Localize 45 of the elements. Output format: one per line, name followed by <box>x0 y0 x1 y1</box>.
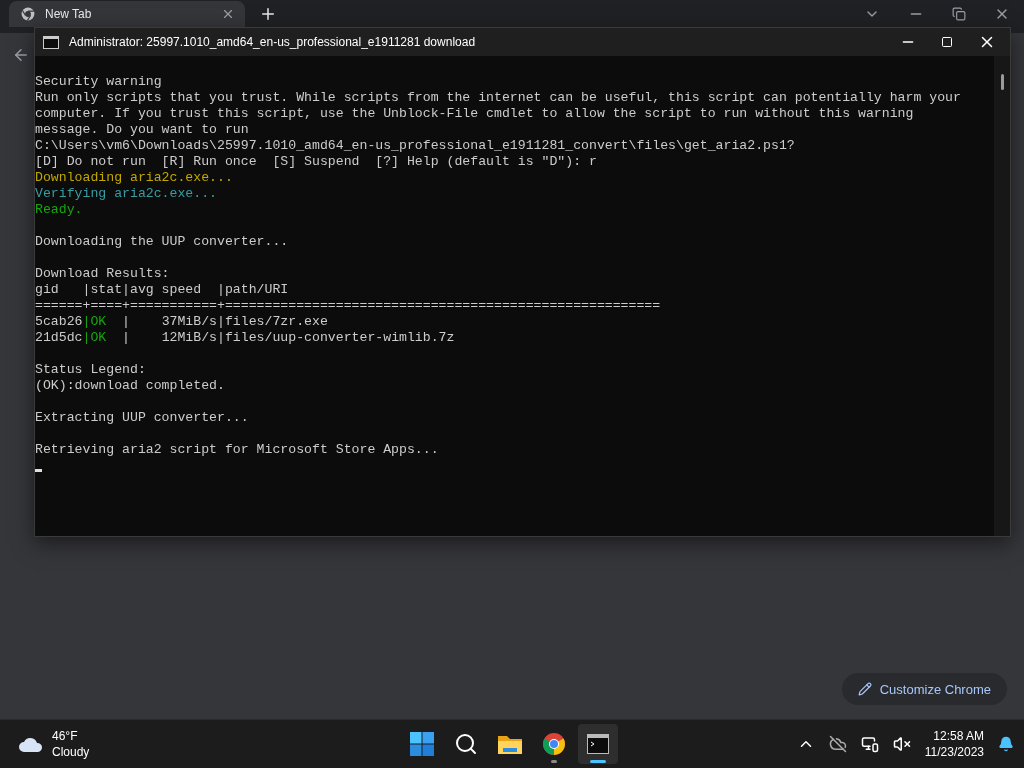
taskbar-app[interactable] <box>578 724 618 764</box>
console-line: Extracting UUP converter... <box>35 410 250 426</box>
browser-tab[interactable]: New Tab <box>9 1 245 27</box>
window-title: Administrator: 25997.1010_amd64_en-us_professional_e1911281 download <box>69 35 477 49</box>
customize-chrome-button[interactable]: Customize Chrome <box>841 673 1007 705</box>
console-line: Download Results: <box>35 266 171 282</box>
terminal-icon <box>587 734 609 754</box>
cloud-off-icon[interactable] <box>828 735 847 753</box>
console-line: Verifying aria2c.exe... <box>35 186 219 202</box>
chrome-logo-icon <box>542 732 566 756</box>
network-icon[interactable] <box>860 735 879 753</box>
console-icon <box>43 35 59 49</box>
bell-icon[interactable] <box>998 736 1014 752</box>
console-line: [D] Do not run [R] Run once [S] Suspend [?] Help (default is "D"): r <box>35 154 598 170</box>
search-icon <box>454 732 478 756</box>
temperature-text: 46°F <box>52 728 79 744</box>
console-line: Run only scripts that you trust. While scripts from the internet can be useful, this script can potentially harm your <box>35 90 962 106</box>
windows-logo-icon <box>410 732 434 756</box>
console-line: Security warning <box>35 74 163 90</box>
console-line: 5cab26|OK | 37MiB/s|files/7zr.exe <box>35 314 329 330</box>
console-line: Status Legend: <box>35 362 147 378</box>
weather-condition: Cloudy <box>52 744 90 760</box>
cloud-icon <box>18 735 44 753</box>
chrome-logo-icon <box>21 7 35 21</box>
pencil-icon <box>857 682 872 696</box>
new-tab-icon[interactable] <box>259 5 277 23</box>
console-line: Downloading aria2c.exe... <box>35 170 234 186</box>
console-line: message. Do you want to run <box>35 122 250 138</box>
console-line: Retrieving aria2 script for Microsoft Store Apps... <box>35 442 440 458</box>
console-line: (OK):download completed. <box>35 378 226 394</box>
clock-date[interactable]: 11/23/2023 <box>924 744 984 760</box>
console-line: computer. If you trust this script, use the Unblock-File cmdlet to allow the script to run without this warning <box>35 106 915 122</box>
restore-icon[interactable] <box>952 6 966 22</box>
folder-icon <box>497 733 523 755</box>
console-line: Ready. <box>35 202 84 218</box>
console-line: ======+====+===========+======================================================= <box>35 298 662 314</box>
scrollbar-thumb[interactable] <box>1000 74 1004 90</box>
console-line: gid |stat|avg speed |path/URI <box>35 282 290 298</box>
console-line: 21d5dc|OK | 12MiB/s|files/uup-converter-wimlib.7z <box>35 330 456 346</box>
close-tab-icon[interactable] <box>221 7 235 21</box>
console-line: Downloading the UUP converter... <box>35 234 290 250</box>
text-cursor <box>35 469 42 472</box>
clock-time[interactable]: 12:58 AM <box>933 728 984 744</box>
console-line: C:\Users\vm6\Downloads\25997.1010_amd64_en-us_professional_e1911281_convert\files\get_aria2.ps1? <box>35 138 796 154</box>
volume-muted-icon[interactable] <box>892 735 911 753</box>
